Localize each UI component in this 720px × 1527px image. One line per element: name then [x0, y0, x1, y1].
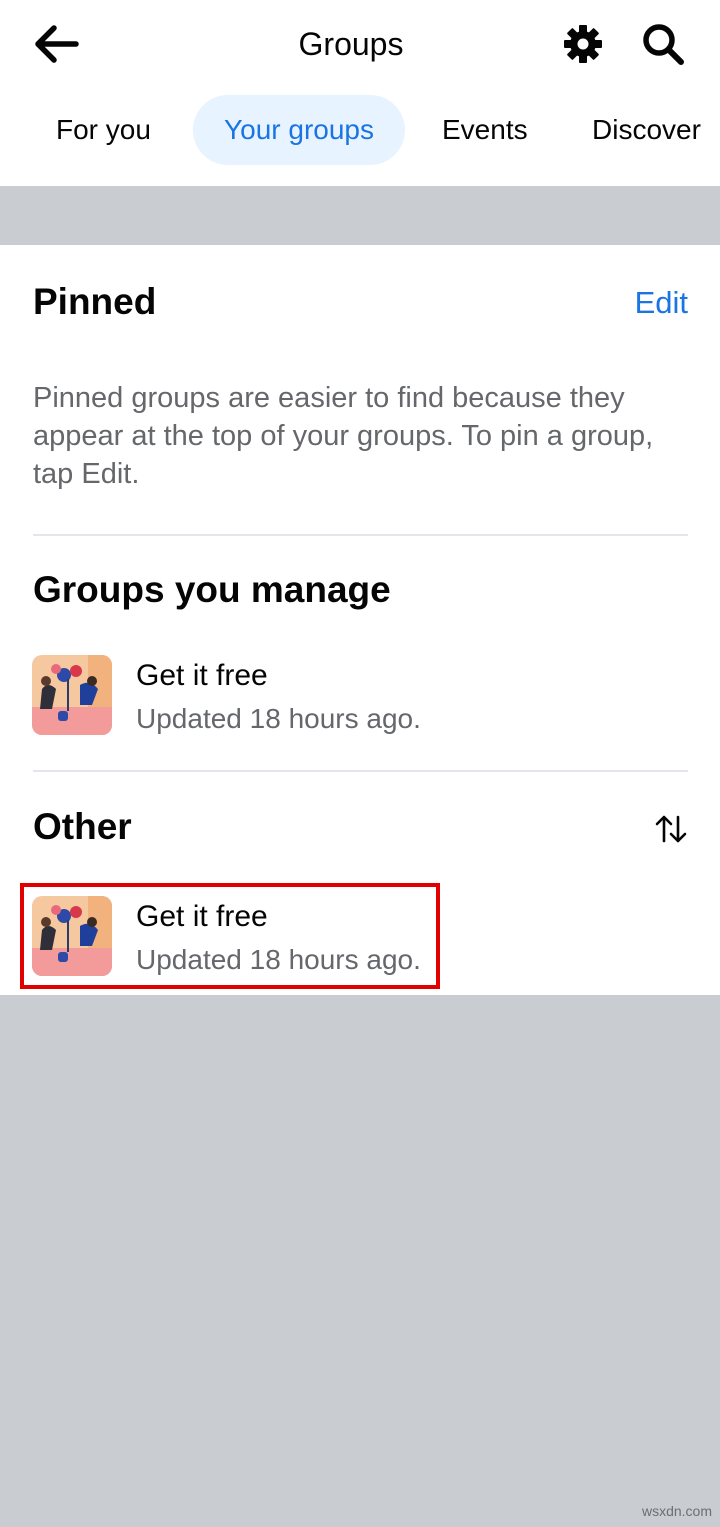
- pinned-description: Pinned groups are easier to find because…: [33, 382, 654, 490]
- section-divider: [33, 770, 688, 772]
- top-bar: Groups For you Your groups Events Discov…: [0, 0, 720, 186]
- manage-section-title: Groups you manage: [33, 569, 391, 610]
- tab-events[interactable]: Events: [442, 95, 528, 165]
- other-section-title: Other: [33, 806, 132, 847]
- tab-bar: For you Your groups Events Discover: [0, 95, 720, 165]
- group-thumbnail: [32, 655, 112, 735]
- tab-for-you[interactable]: For you: [56, 95, 151, 165]
- tab-discover[interactable]: Discover: [592, 95, 701, 165]
- search-icon[interactable]: [640, 22, 686, 66]
- highlight-box: [20, 883, 440, 989]
- group-updated: Updated 18 hours ago.: [136, 703, 421, 734]
- sort-arrows-icon[interactable]: [654, 813, 688, 845]
- managed-group-item[interactable]: Get it free Updated 18 hours ago.: [32, 655, 472, 739]
- edit-pinned-button[interactable]: Edit: [635, 281, 688, 325]
- gear-icon[interactable]: [561, 24, 605, 64]
- tab-your-groups[interactable]: Your groups: [193, 95, 405, 165]
- watermark-text: wsxdn.com: [641, 1503, 712, 1519]
- group-name: Get it free: [136, 659, 268, 692]
- pinned-section-title: Pinned: [33, 281, 157, 322]
- section-divider: [33, 534, 688, 536]
